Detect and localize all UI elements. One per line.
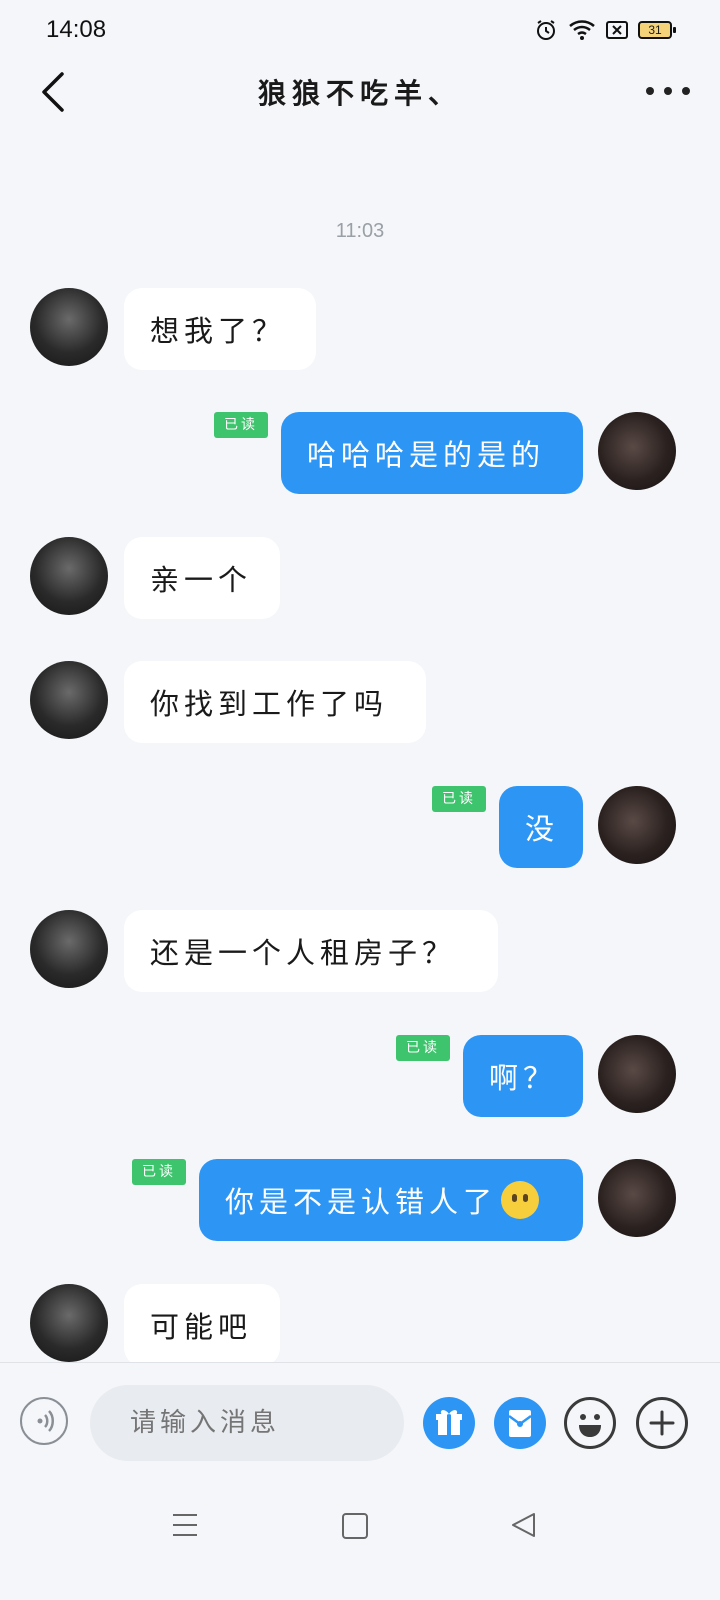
peer-avatar[interactable] — [30, 537, 108, 615]
nav-menu-button[interactable] — [172, 1512, 198, 1538]
nav-home-button[interactable] — [342, 1513, 368, 1539]
voice-icon — [37, 1410, 54, 1432]
peer-avatar[interactable] — [30, 1284, 108, 1362]
read-badge: 已读 — [432, 786, 486, 812]
message-text: 你找到工作了吗 — [150, 687, 389, 721]
more-dot-icon — [682, 87, 690, 95]
emoji-button[interactable] — [564, 1397, 616, 1449]
nav-back-button[interactable] — [508, 1510, 538, 1540]
message-text: 可能吧 — [150, 1310, 253, 1344]
my-message-bubble[interactable]: 没 — [499, 786, 583, 868]
voice-button[interactable] — [20, 1397, 68, 1445]
message-text: 想我了？ — [150, 314, 287, 348]
plus-icon — [649, 1410, 675, 1436]
read-badge: 已读 — [132, 1159, 186, 1185]
red-packet-icon — [508, 1410, 532, 1437]
gift-icon — [436, 1410, 462, 1435]
no-sim-icon — [606, 21, 628, 39]
system-navigation-bar — [0, 1482, 720, 1600]
read-badge: 已读 — [396, 1035, 450, 1061]
peer-message-bubble[interactable]: 亲一个 — [124, 537, 280, 619]
message-input[interactable] — [90, 1385, 404, 1461]
peer-avatar[interactable] — [30, 661, 108, 739]
status-icons: 31 — [534, 18, 676, 42]
status-time: 14:08 — [46, 16, 107, 43]
chat-header: 狼狼不吃羊、 — [0, 62, 720, 122]
message-text: 亲一个 — [150, 563, 253, 597]
more-dot-icon — [664, 87, 672, 95]
chat-timestamp: 11:03 — [335, 220, 385, 242]
peer-message-bubble[interactable]: 你找到工作了吗 — [124, 661, 426, 743]
battery-icon: 31 — [638, 21, 676, 39]
my-message-bubble[interactable]: 哈哈哈是的是的 — [281, 412, 583, 494]
status-bar: 14:08 31 — [0, 0, 720, 62]
peer-message-bubble[interactable]: 还是一个人租房子？ — [124, 910, 498, 992]
message-text: 你是不是认错人了 — [225, 1185, 498, 1219]
more-options-button[interactable] — [646, 76, 690, 106]
peer-avatar[interactable] — [30, 288, 108, 366]
peer-avatar[interactable] — [30, 910, 108, 988]
wifi-icon — [569, 20, 595, 40]
neutral-face-emoji-icon — [501, 1181, 540, 1219]
red-packet-button[interactable] — [494, 1397, 546, 1449]
message-text: 还是一个人租房子？ — [150, 936, 457, 970]
my-message-bubble[interactable]: 啊？ — [463, 1035, 583, 1117]
alarm-icon — [537, 20, 555, 40]
message-text: 哈哈哈是的是的 — [307, 438, 546, 472]
my-avatar[interactable] — [598, 786, 676, 864]
emoji-icon — [579, 1414, 601, 1437]
peer-message-bubble[interactable]: 想我了？ — [124, 288, 316, 370]
message-text: 没 — [525, 812, 560, 846]
message-input-bar — [0, 1362, 720, 1483]
my-avatar[interactable] — [598, 412, 676, 490]
gift-button[interactable] — [423, 1397, 475, 1449]
message-text: 啊？ — [489, 1061, 558, 1095]
peer-message-bubble[interactable]: 可能吧 — [124, 1284, 280, 1366]
more-dot-icon — [646, 87, 654, 95]
chat-title: 狼狼不吃羊、 — [257, 77, 462, 110]
my-message-bubble[interactable]: 你是不是认错人了 — [199, 1159, 583, 1241]
my-avatar[interactable] — [598, 1035, 676, 1113]
my-avatar[interactable] — [598, 1159, 676, 1237]
read-badge: 已读 — [214, 412, 268, 438]
more-actions-button[interactable] — [636, 1397, 688, 1449]
